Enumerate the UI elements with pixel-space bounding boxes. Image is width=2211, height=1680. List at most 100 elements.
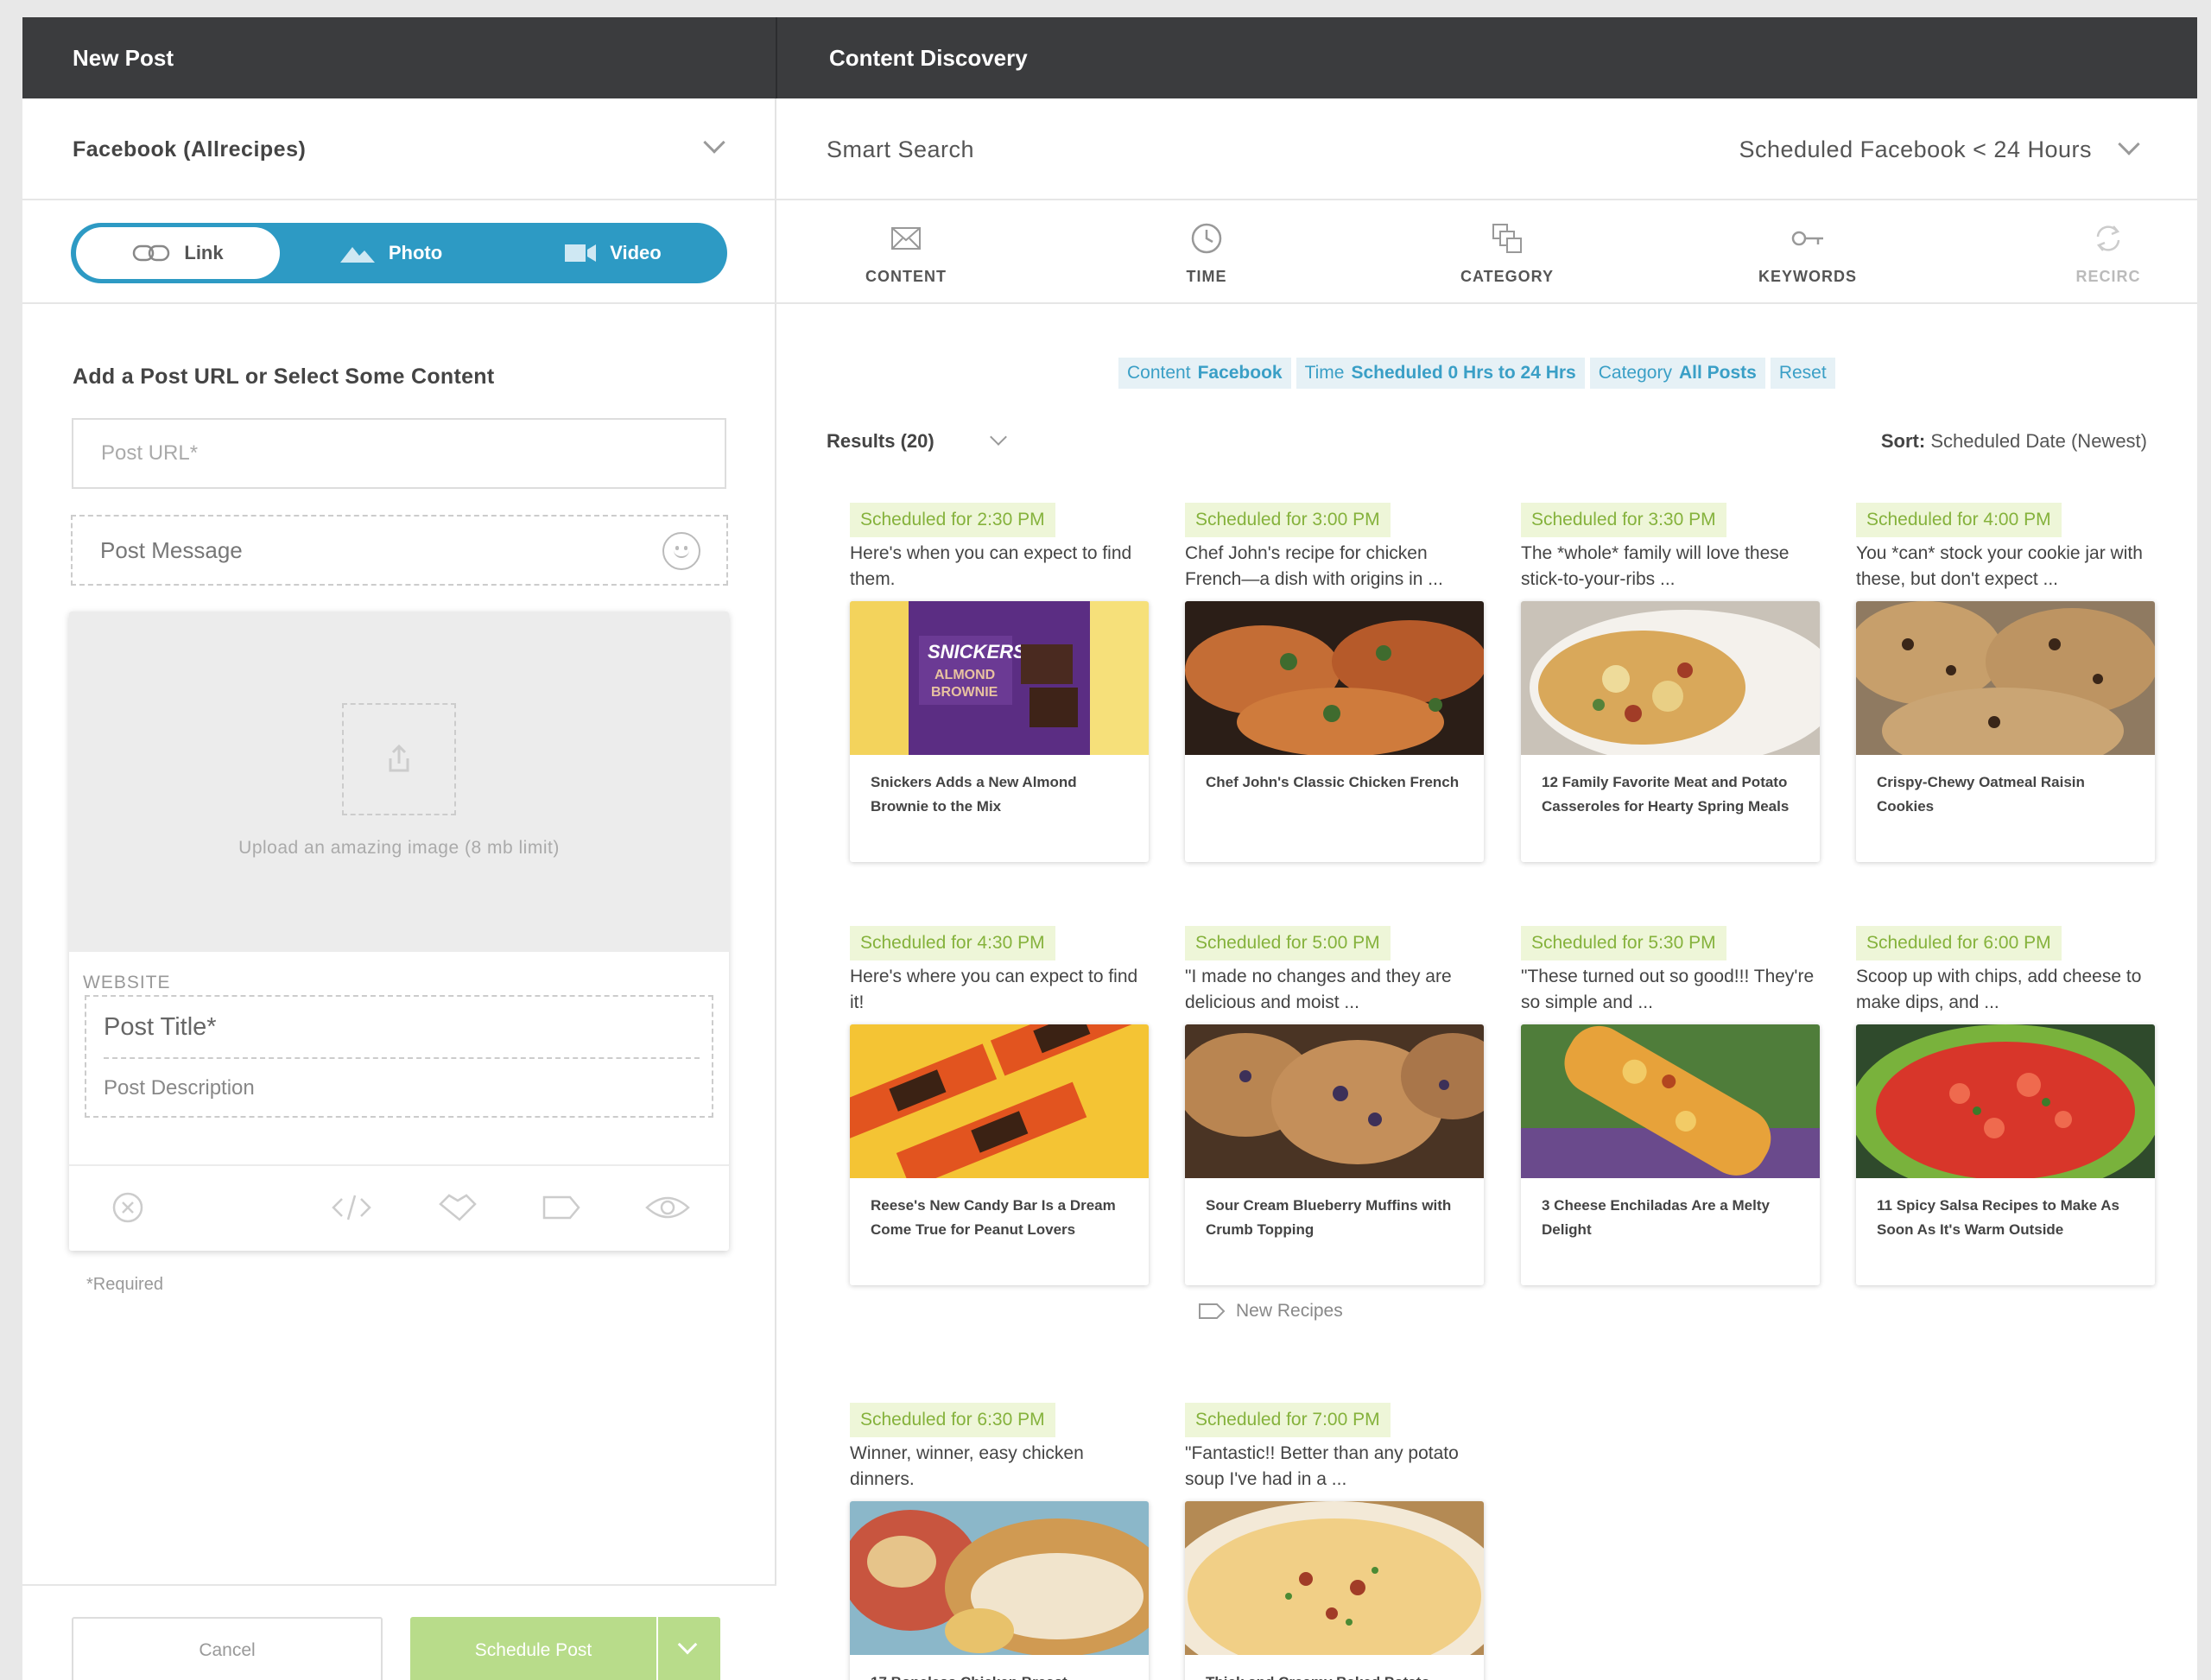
enchiladas-image [1521,1024,1820,1178]
filter-chip-content[interactable]: Content Facebook [1118,358,1291,389]
content-preview[interactable]: 12 Family Favorite Meat and Potato Casse… [1521,601,1820,862]
content-preview[interactable]: Sour Cream Blueberry Muffins with Crumb … [1185,1024,1484,1285]
post-actions-bar: Cancel Schedule Post [22,1584,776,1680]
code-icon[interactable] [330,1190,373,1225]
mountain-icon [339,247,375,263]
category-icon [1492,224,1522,253]
filter-tabs: CONTENT TIME CATEGORY KEYWORDS RECIRC [776,200,2197,304]
schedule-badge: Scheduled for 5:30 PM [1521,926,1726,960]
salsa-image [1856,1024,2155,1178]
chevron-down-icon[interactable] [2118,133,2140,155]
remove-icon[interactable] [111,1190,145,1225]
content-preview[interactable]: Chef John's Classic Chicken French [1185,601,1484,862]
tab-keywords[interactable]: KEYWORDS [1721,200,1894,304]
svg-text:ALMOND: ALMOND [934,668,995,682]
chicken-breast-image [850,1501,1149,1655]
reeses-image [850,1024,1149,1178]
schedule-badge: Scheduled for 3:30 PM [1521,503,1726,537]
content-preview[interactable]: Thick and Creamy Baked Potato [1185,1501,1484,1680]
header-divider [776,17,777,98]
post-title: Chef John's Classic Chicken French [1206,774,1460,790]
schedule-badge: Scheduled for 3:00 PM [1185,503,1391,537]
filter-chip-time[interactable]: Time Scheduled 0 Hrs to 24 Hrs [1296,358,1585,389]
sort-label: Sort: [1880,430,1926,452]
emoji-icon[interactable] [662,532,700,570]
schedule-badge: Scheduled for 4:00 PM [1856,503,2062,537]
content-discovery-panel: Smart Search Scheduled Facebook < 24 Hou… [776,98,2197,1680]
tab-category-label: CATEGORY [1460,268,1554,285]
post-snippet: "Fantastic!! Better than any potato soup… [1185,1443,1459,1489]
recirc-icon [2096,225,2120,251]
tag-icon [1199,1303,1226,1319]
search-row: Smart Search Scheduled Facebook < 24 Hou… [776,98,2197,200]
casserole-image [1521,601,1820,755]
required-note: *Required [86,1275,163,1294]
chevron-down-icon[interactable] [703,131,725,154]
schedule-options-button[interactable] [658,1617,720,1680]
editor-toolbar [69,1164,729,1251]
tab-time[interactable]: TIME [1120,200,1293,304]
content-preview[interactable]: Reese's New Candy Bar Is a Dream Come Tr… [850,1024,1149,1285]
post-title: 3 Cheese Enchiladas Are a Melty Delight [1542,1197,1770,1238]
content-preview[interactable]: 17 Boneless Chicken Breast [850,1501,1149,1680]
chicken-dish-image [1185,601,1484,755]
website-label: WEBSITE [83,973,171,992]
post-title: Snickers Adds a New Almond Brownie to th… [871,774,1077,815]
title-description-box: Post Title* Post Description [85,995,713,1118]
tab-content[interactable]: CONTENT [820,200,992,304]
schedule-badge: Scheduled for 6:30 PM [850,1403,1055,1437]
upload-dropzone[interactable] [342,703,456,815]
handshake-icon[interactable] [437,1190,478,1225]
post-description-input[interactable]: Post Description [104,1059,255,1118]
schedule-badge: Scheduled for 7:00 PM [1185,1403,1391,1437]
content-preview[interactable]: 11 Spicy Salsa Recipes to Make As Soon A… [1856,1024,2155,1285]
post-message-placeholder: Post Message [100,536,243,563]
sort-value: Scheduled Date (Newest) [1930,430,2147,452]
tab-recirc[interactable]: RECIRC [2022,200,2195,304]
tab-keywords-label: KEYWORDS [1758,268,1857,285]
post-type-link-label: Link [184,242,224,263]
filter-chip-value: Facebook [1197,363,1283,383]
post-url-input[interactable]: Post URL* [72,418,726,489]
video-camera-icon [565,244,597,262]
post-type-toggle: Link Photo Video [71,223,727,283]
tab-content-label: CONTENT [865,268,947,285]
tag-icon[interactable] [541,1190,582,1225]
cancel-button[interactable]: Cancel [72,1617,383,1680]
add-post-heading: Add a Post URL or Select Some Content [73,365,495,389]
filter-chip-key: Content [1127,363,1191,383]
post-type-video-label: Video [610,242,662,263]
schedule-badge: Scheduled for 6:00 PM [1856,926,2062,960]
content-preview[interactable]: Crispy-Chewy Oatmeal Raisin Cookies [1856,601,2155,862]
upload-caption: Upload an amazing image (8 mb limit) [238,838,560,858]
envelope-icon [891,227,921,250]
content-preview[interactable]: 3 Cheese Enchiladas Are a Melty Delight [1521,1024,1820,1285]
image-upload-area[interactable]: Upload an amazing image (8 mb limit) [69,612,729,952]
filter-chip-category[interactable]: Category All Posts [1590,358,1765,389]
schedule-filter-select[interactable]: Scheduled Facebook < 24 Hours [1739,98,2092,200]
post-type-video[interactable]: Video [503,227,722,279]
muffins-image [1185,1024,1484,1178]
sort-control[interactable]: Sort: Scheduled Date (Newest) [1881,430,2147,453]
post-message-input[interactable]: Post Message [71,515,728,586]
content-preview[interactable]: SNICKERS ALMOND BROWNIE Snickers Adds a … [850,601,1149,862]
post-snippet: "I made no changes and they are deliciou… [1185,967,1452,1012]
tab-category[interactable]: CATEGORY [1421,200,1593,304]
post-snippet: Here's when you can expect to find them. [850,543,1132,589]
post-title-input[interactable]: Post Title* [104,997,700,1059]
reset-filters-button[interactable]: Reset [1771,358,1835,389]
account-selector[interactable]: Facebook (Allrecipes) [22,98,776,200]
post-snippet: The *whole* family will love these stick… [1521,543,1790,589]
schedule-badge: Scheduled for 2:30 PM [850,503,1055,537]
schedule-post-button[interactable]: Schedule Post [410,1617,656,1680]
results-count[interactable]: Results (20) [827,430,934,453]
smart-search-button[interactable]: Smart Search [827,98,974,200]
tab-recirc-label: RECIRC [2075,268,2141,285]
chevron-down-icon[interactable] [990,428,1007,446]
post-type-link[interactable]: Link [76,227,280,279]
post-type-photo[interactable]: Photo [287,227,494,279]
post-title: Reese's New Candy Bar Is a Dream Come Tr… [871,1197,1116,1238]
eye-icon[interactable] [644,1190,691,1225]
new-recipes-tag[interactable]: New Recipes [1198,1301,1343,1322]
post-title: Thick and Creamy Baked Potato [1206,1670,1465,1680]
